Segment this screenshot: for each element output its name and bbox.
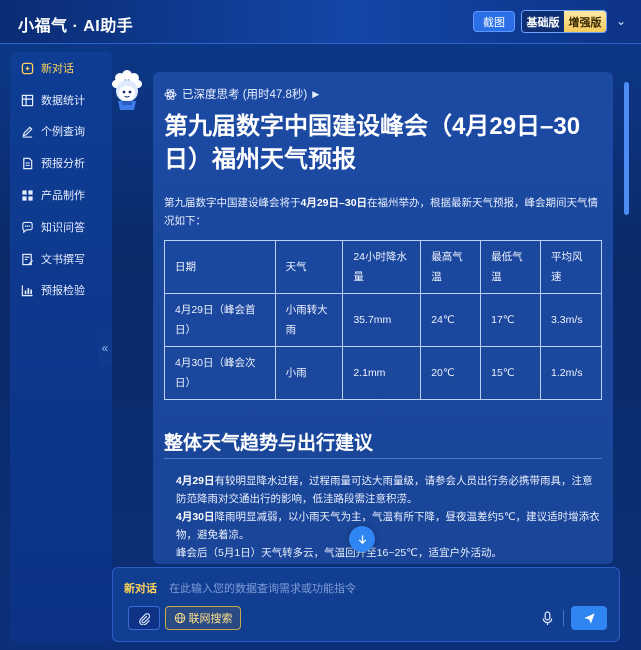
data-stats-icon: [20, 93, 34, 107]
table-header-row: 日期 天气 24小时降水量 最高气温 最低气温 平均风速: [164, 240, 602, 294]
weather-table: 日期 天气 24小时降水量 最高气温 最低气温 平均风速 4月29日（峰会首日）…: [164, 240, 602, 400]
table-cell: 4月30日（峰会次日）: [164, 346, 276, 400]
advice-block: 4月29日有较明显降水过程，过程雨量可达大雨量级，请参会人员出行务必携带雨具，注…: [176, 472, 600, 562]
table-header-cell: 最低气温: [480, 240, 541, 294]
send-button[interactable]: [571, 606, 607, 630]
table-cell: 35.7mm: [342, 293, 422, 347]
paperclip-icon: [138, 612, 150, 625]
sidebar-item-label: 预报检验: [41, 285, 85, 297]
sidebar-item-label: 产品制作: [41, 190, 85, 202]
advice-item: 4月30日降雨明显减弱，以小雨天气为主，气温有所下降，昼夜温差约5℃，建议适时增…: [176, 511, 600, 541]
sidebar-item-forecast-analysis[interactable]: 预报分析: [10, 151, 112, 175]
send-icon: [583, 612, 595, 624]
chat-input-box: 新对话 在此输入您的数据查询需求或功能指令 联网搜索: [112, 567, 620, 642]
sidebar-item-knowledge-qa[interactable]: 知识问答: [10, 215, 112, 239]
sidebar-item-label: 知识问答: [41, 222, 85, 234]
sidebar-item-label: 新对话: [41, 63, 74, 75]
globe-icon: [174, 612, 185, 624]
scroll-to-bottom-button[interactable]: [349, 526, 375, 552]
assistant-message: 已深度思考 (用时47.8秒) ▶ 第九届数字中国建设峰会（4月29日–30日）…: [153, 72, 613, 564]
atom-icon: [164, 88, 177, 100]
chat-bubble-icon: [20, 220, 34, 234]
sidebar-item-label: 数据统计: [41, 95, 85, 107]
table-header-cell: 天气: [274, 240, 344, 294]
table-cell: 小雨: [274, 346, 344, 400]
table-header-cell: 平均风速: [540, 240, 602, 294]
new-chat-tag[interactable]: 新对话: [124, 580, 157, 596]
version-switch: 基础版 增强版: [521, 10, 607, 33]
deep-think-toggle[interactable]: 已深度思考 (用时47.8秒) ▶: [164, 86, 319, 102]
table-cell: 2.1mm: [342, 346, 422, 400]
table-cell: 15℃: [480, 346, 541, 400]
bar-chart-icon: [20, 283, 34, 297]
microphone-icon: [542, 610, 552, 625]
intro-paragraph: 第九届数字中国建设峰会将于4月29日–30日在福州举办，根据最新天气预报，峰会期…: [164, 197, 599, 227]
sidebar-item-new-chat[interactable]: 新对话: [10, 56, 112, 80]
sidebar-item-forecast-verification[interactable]: 预报检验: [10, 278, 112, 302]
new-chat-icon: [20, 61, 34, 75]
scrollbar-thumb[interactable]: [624, 82, 629, 215]
web-search-button[interactable]: 联网搜索: [165, 606, 241, 630]
sidebar-item-case-query[interactable]: 个例查询: [10, 119, 112, 143]
forecast-title: 第九届数字中国建设峰会（4月29日–30日）福州天气预报: [164, 113, 581, 173]
table-cell: 3.3m/s: [540, 293, 602, 347]
microphone-button[interactable]: [538, 608, 556, 628]
top-header: 小福气 · AI助手 截图 基础版 增强版 ⌄: [0, 0, 641, 44]
sidebar-collapse-handle[interactable]: «: [98, 330, 112, 366]
advice-item: 4月29日有较明显降水过程，过程雨量可达大雨量级，请参会人员出行务必携带雨具，注…: [176, 475, 593, 505]
table-cell: 4月29日（峰会首日）: [164, 293, 276, 347]
chevron-down-icon[interactable]: ⌄: [614, 14, 628, 28]
web-search-label: 联网搜索: [188, 613, 233, 625]
table-cell: 小雨转大雨: [274, 293, 344, 347]
table-row: 4月30日（峰会次日） 小雨 2.1mm 20℃ 15℃ 1.2m/s: [164, 346, 602, 400]
table-cell: 1.2m/s: [540, 346, 602, 400]
sidebar: 新对话 数据统计 个例查询 预报分析 产品制作 知识问答 文书撰写 预报检验: [10, 52, 112, 642]
version-basic-option[interactable]: 基础版: [522, 11, 564, 32]
pen-icon: [20, 124, 34, 138]
attach-button[interactable]: [128, 606, 160, 630]
deep-think-label: 已深度思考 (用时47.8秒): [182, 89, 308, 101]
sidebar-item-label: 预报分析: [41, 158, 85, 170]
screenshot-button[interactable]: 截图: [473, 11, 515, 32]
sidebar-item-document-writing[interactable]: 文书撰写: [10, 247, 112, 271]
chat-input[interactable]: 在此输入您的数据查询需求或功能指令: [169, 580, 356, 596]
section-divider: [164, 458, 602, 459]
table-cell: 20℃: [420, 346, 482, 400]
table-cell: 24℃: [420, 293, 482, 347]
toolbar-divider: [563, 610, 564, 626]
arrow-down-icon: [358, 534, 366, 544]
sidebar-item-label: 文书撰写: [41, 254, 85, 266]
sidebar-item-label: 个例查询: [41, 126, 85, 138]
section-title: 整体天气趋势与出行建议: [164, 433, 374, 454]
advice-item: 峰会后（5月1日）天气转多云，气温回升至16~25℃，适宜户外活动。: [176, 547, 502, 559]
sidebar-item-data-stats[interactable]: 数据统计: [10, 88, 112, 112]
table-header-cell: 24小时降水量: [342, 240, 422, 294]
app-title: 小福气 · AI助手: [18, 18, 134, 35]
table-header-cell: 最高气温: [420, 240, 482, 294]
grid-icon: [20, 188, 34, 202]
assistant-avatar: [110, 70, 148, 114]
document-icon: [20, 156, 34, 170]
sidebar-item-product-making[interactable]: 产品制作: [10, 183, 112, 207]
version-plus-option[interactable]: 增强版: [564, 11, 606, 32]
write-doc-icon: [20, 252, 34, 266]
table-cell: 17℃: [480, 293, 541, 347]
caret-right-icon: ▶: [312, 88, 320, 99]
table-header-cell: 日期: [164, 240, 276, 294]
table-row: 4月29日（峰会首日） 小雨转大雨 35.7mm 24℃ 17℃ 3.3m/s: [164, 293, 602, 347]
